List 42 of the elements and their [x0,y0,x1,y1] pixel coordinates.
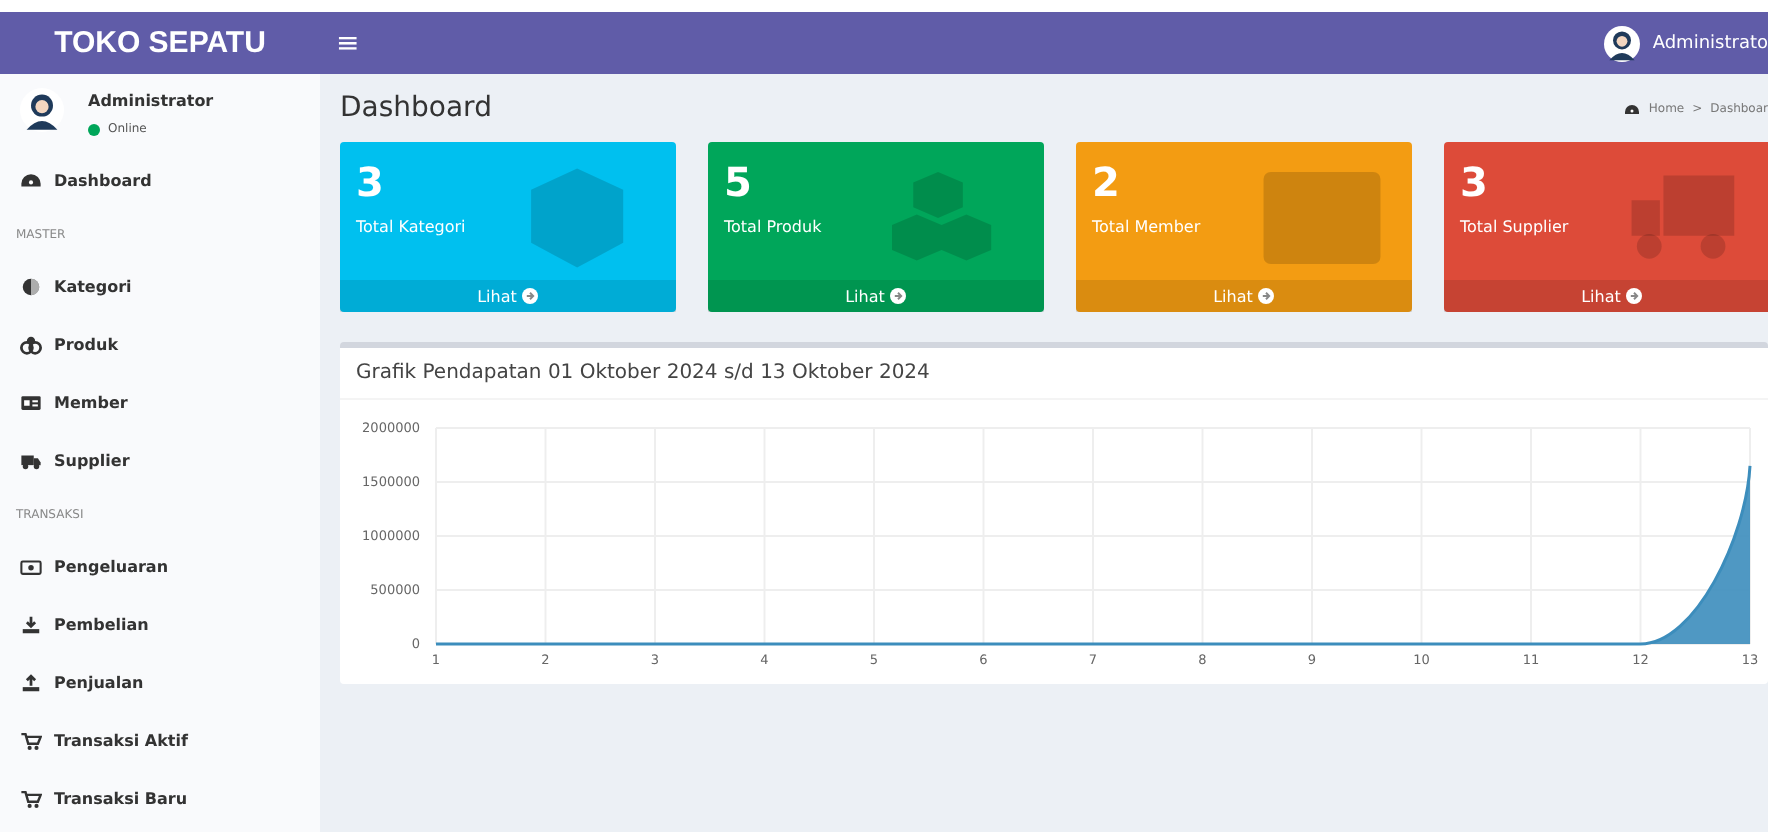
menu-item[interactable]: Supplier [54,452,130,470]
stat-label: Total Produk [724,218,822,236]
stat-value: 2 [1092,158,1120,206]
download-icon [20,614,42,636]
truck-icon [20,450,42,472]
menu-item[interactable]: Pembelian [54,616,149,634]
chart-title: Grafik Pendapatan 01 Oktober 2024 s/d 13 Oktober 2024 [340,348,1768,400]
menu-toggle[interactable]: ≡ [336,27,360,59]
menu-item[interactable]: Transaksi Baru [54,790,188,808]
status-dot [88,123,100,135]
menu-item[interactable]: Member [54,394,128,412]
disc-icon [20,276,42,298]
app-brand[interactable]: TOKO SEPATU [0,26,320,60]
more-info-link[interactable]: Lihat [845,287,907,305]
upload-icon [20,672,42,694]
arrow-circle-icon [522,288,539,304]
dashboard-icon [20,170,42,192]
menu-item[interactable]: Kategori [54,278,132,296]
user-menu[interactable]: Administrato [1652,33,1768,53]
stat-value: 3 [356,158,384,206]
stat-value: 5 [724,158,752,206]
stat-label: Total Kategori [356,218,466,236]
dashboard-icon [1624,101,1641,115]
arrow-circle-icon [890,288,907,304]
menu-item[interactable]: Penjualan [54,674,144,692]
arrow-circle-icon [1258,288,1275,304]
cart-icon [20,730,42,752]
menu-item[interactable]: Transaksi Aktif [54,732,188,750]
avatar-icon [1604,25,1641,61]
menu-item[interactable]: Produk [54,336,119,354]
stat-label: Total Supplier [1460,218,1569,236]
menu-item[interactable]: Dashboard [54,172,152,190]
menu-item[interactable]: Pengeluaran [54,558,169,576]
cart-icon [20,788,42,810]
stat-label: Total Member [1092,218,1201,236]
user-name: Administrator [88,92,214,110]
stat-value: 3 [1460,158,1488,206]
page-title: Dashboard [340,92,492,124]
money-icon [20,556,42,578]
arrow-circle-icon [1626,288,1643,304]
avatar-icon [20,88,64,132]
more-info-link[interactable]: Lihat [1581,287,1643,305]
